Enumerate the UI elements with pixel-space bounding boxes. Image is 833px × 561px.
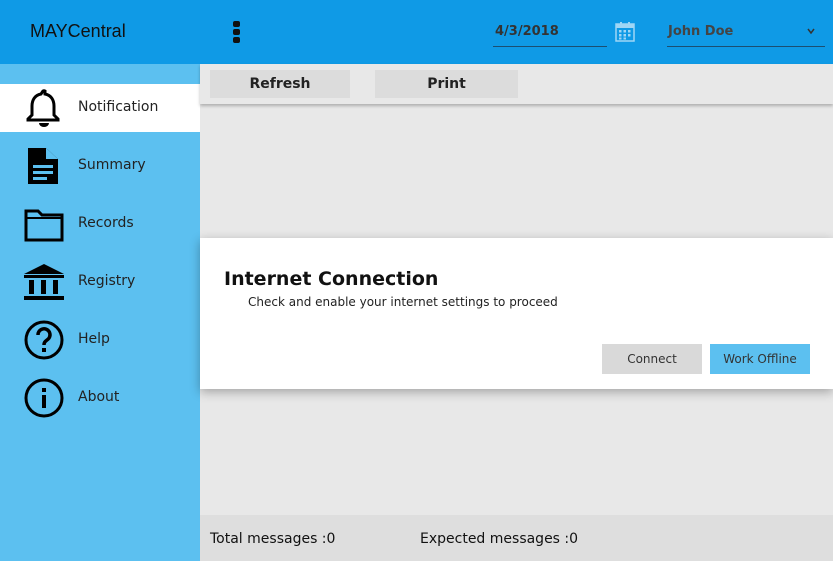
calendar-icon[interactable]	[614, 21, 636, 43]
expected-messages-label: Expected messages :0	[420, 531, 579, 547]
info-circle-icon	[24, 378, 64, 418]
sidebar-item-label: Help	[78, 331, 110, 347]
app-title: MAYCentral	[30, 21, 126, 41]
internet-connection-dialog: Internet Connection Check and enable you…	[200, 238, 833, 389]
top-bar: MAYCentral 4/3/2018 John Doe	[0, 0, 833, 64]
document-icon	[28, 148, 58, 184]
connect-button[interactable]: Connect	[602, 344, 702, 374]
sidebar-item-about[interactable]: About	[0, 374, 200, 422]
more-menu-icon[interactable]	[228, 19, 246, 45]
sidebar-item-summary[interactable]: Summary	[0, 142, 200, 190]
folder-icon	[24, 209, 64, 242]
sidebar-item-label: About	[78, 389, 120, 405]
sidebar-item-registry[interactable]: Registry	[0, 258, 200, 306]
dialog-message: Check and enable your internet settings …	[248, 295, 558, 309]
date-input[interactable]: 4/3/2018	[493, 22, 607, 47]
bank-icon	[24, 264, 64, 300]
sidebar-item-help[interactable]: Help	[0, 316, 200, 364]
sidebar: Notification Summary Records Registry He…	[0, 64, 200, 561]
sidebar-item-notification[interactable]: Notification	[0, 84, 200, 132]
sidebar-item-label: Notification	[78, 99, 159, 115]
bell-icon	[26, 89, 60, 127]
dialog-title: Internet Connection	[224, 268, 439, 290]
help-circle-icon	[24, 320, 64, 360]
user-select[interactable]: John Doe	[667, 22, 825, 47]
sidebar-item-label: Registry	[78, 273, 136, 289]
sidebar-item-label: Summary	[78, 157, 146, 173]
toolbar: Refresh Print	[200, 64, 833, 104]
sidebar-item-label: Records	[78, 215, 134, 231]
sidebar-item-records[interactable]: Records	[0, 200, 200, 248]
work-offline-button[interactable]: Work Offline	[710, 344, 810, 374]
chevron-down-icon	[807, 28, 815, 35]
user-select-value: John Doe	[668, 24, 734, 39]
print-button[interactable]: Print	[375, 70, 518, 98]
total-messages-label: Total messages :0	[210, 531, 336, 547]
refresh-button[interactable]: Refresh	[210, 70, 350, 98]
status-footer: Total messages :0 Expected messages :0	[200, 515, 833, 561]
